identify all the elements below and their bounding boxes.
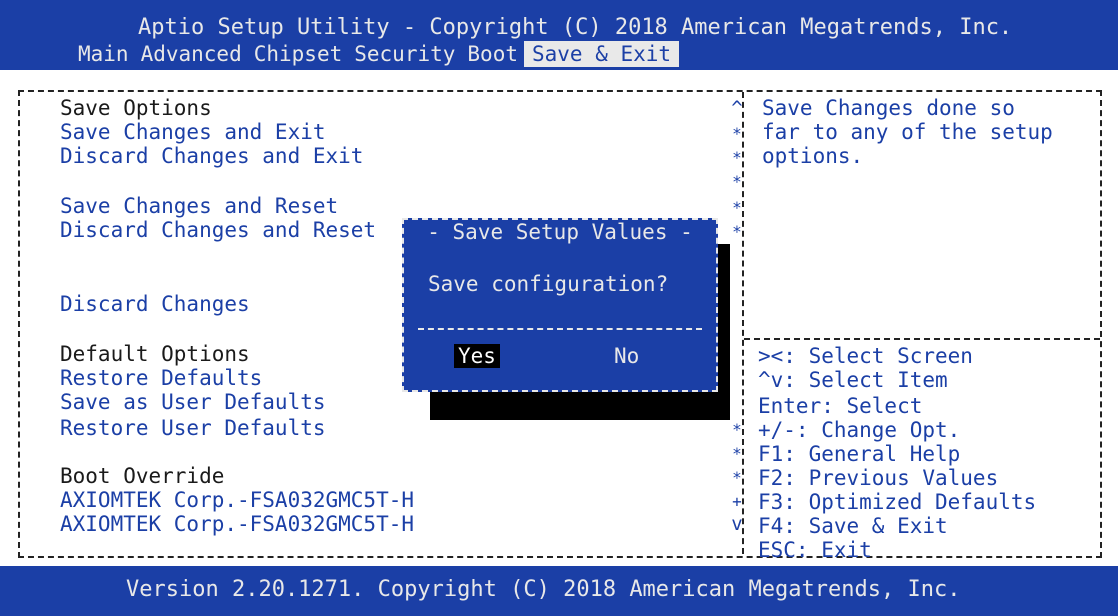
- discard-changes-and-exit-item[interactable]: Discard Changes and Exit: [60, 144, 363, 168]
- scroll-track-icon: *: [732, 222, 742, 241]
- bios-screen: Aptio Setup Utility - Copyright (C) 2018…: [0, 0, 1118, 616]
- default-options-heading: Default Options: [60, 342, 250, 366]
- scroll-track-icon: *: [732, 420, 742, 439]
- scroll-track-icon: *: [732, 124, 742, 143]
- boot-override-heading: Boot Override: [60, 464, 225, 488]
- restore-user-defaults-item[interactable]: Restore User Defaults: [60, 416, 326, 440]
- footer-bar: Version 2.20.1271. Copyright (C) 2018 Am…: [0, 566, 1118, 616]
- nav-key-select-screen: ><: Select Screen: [758, 344, 973, 368]
- save-setup-values-dialog: - Save Setup Values - Save configuration…: [402, 218, 718, 392]
- restore-defaults-item[interactable]: Restore Defaults: [60, 366, 262, 390]
- help-line: options.: [762, 144, 864, 168]
- header-bar: Aptio Setup Utility - Copyright (C) 2018…: [0, 0, 1118, 70]
- help-divider: [744, 338, 1100, 340]
- tab-main[interactable]: Main: [72, 41, 135, 67]
- scroll-track-icon: *: [732, 172, 742, 191]
- save-as-user-defaults-item[interactable]: Save as User Defaults: [60, 390, 326, 414]
- dialog-separator: [418, 328, 702, 330]
- scroll-track-icon: *: [732, 148, 742, 167]
- dialog-title-text: Save Setup Values: [452, 220, 668, 244]
- nav-key-enter: Enter: Select: [758, 394, 923, 418]
- discard-changes-and-reset-item[interactable]: Discard Changes and Reset: [60, 218, 376, 242]
- nav-key-save-exit: F4: Save & Exit: [758, 514, 948, 538]
- nav-key-select-item: ^v: Select Item: [758, 368, 948, 392]
- tab-save-exit[interactable]: Save & Exit: [523, 41, 680, 67]
- save-options-heading: Save Options: [60, 96, 212, 120]
- scroll-up-arrow-icon[interactable]: ^: [730, 96, 744, 120]
- tab-chipset[interactable]: Chipset: [248, 41, 349, 67]
- help-line: Save Changes done so: [762, 96, 1015, 120]
- help-line: far to any of the setup: [762, 120, 1053, 144]
- save-changes-item[interactable]: Save Changes: [60, 268, 212, 292]
- dialog-prompt: Save configuration?: [428, 272, 669, 296]
- tab-bar: Main Advanced Chipset Security Boot Save…: [72, 40, 680, 68]
- scroll-thumb-icon[interactable]: +: [730, 490, 744, 514]
- scroll-track-icon: *: [732, 198, 742, 217]
- boot-override-device-1[interactable]: AXIOMTEK Corp.-FSA032GMC5T-H: [60, 488, 414, 512]
- scroll-track-icon: *: [732, 468, 742, 487]
- dialog-no-button[interactable]: No: [610, 344, 643, 368]
- discard-changes-item[interactable]: Discard Changes: [60, 292, 250, 316]
- tab-boot[interactable]: Boot: [461, 41, 524, 67]
- nav-key-esc-exit: ESC: Exit: [758, 538, 872, 562]
- nav-key-change-opt: +/-: Change Opt.: [758, 418, 961, 442]
- save-changes-and-exit-item[interactable]: Save Changes and Exit: [60, 120, 326, 144]
- nav-key-optimized-defaults: F3: Optimized Defaults: [758, 490, 1037, 514]
- scroll-track-icon: *: [732, 444, 742, 463]
- app-title: Aptio Setup Utility - Copyright (C) 2018…: [138, 15, 1013, 40]
- boot-override-device-2[interactable]: AXIOMTEK Corp.-FSA032GMC5T-H: [60, 512, 414, 536]
- save-changes-and-reset-item[interactable]: Save Changes and Reset: [60, 194, 338, 218]
- tab-advanced[interactable]: Advanced: [135, 41, 248, 67]
- scroll-down-arrow-icon[interactable]: v: [730, 512, 744, 536]
- nav-key-general-help: F1: General Help: [758, 442, 961, 466]
- dialog-title: - Save Setup Values -: [427, 220, 693, 244]
- dialog-yes-button[interactable]: Yes: [454, 344, 500, 368]
- nav-key-previous-values: F2: Previous Values: [758, 466, 999, 490]
- version-text: Version 2.20.1271. Copyright (C) 2018 Am…: [126, 577, 961, 602]
- tab-security[interactable]: Security: [348, 41, 461, 67]
